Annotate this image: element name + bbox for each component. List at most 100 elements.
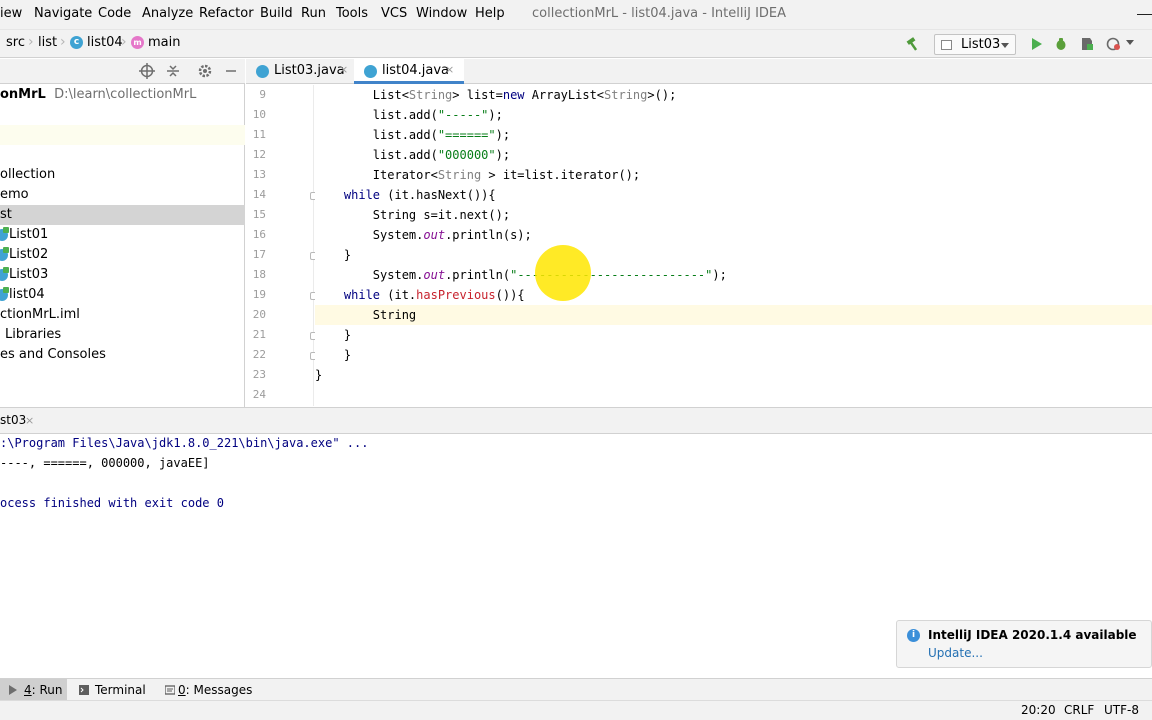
line-number: 16: [252, 228, 266, 241]
tree-root[interactable]: onMrL D:\learn\collectionMrL: [0, 85, 245, 105]
menu-view[interactable]: iew: [0, 6, 22, 21]
tree-item-scratches[interactable]: es and Consoles: [0, 345, 245, 365]
code-line[interactable]: [315, 385, 1152, 405]
breadcrumb-label: list: [38, 35, 58, 50]
editor-gutter: 9 10 11 12 13 14 15 16 17 18 19 20 21 22…: [246, 85, 318, 406]
tree-row-empty[interactable]: [0, 105, 245, 125]
menu-help[interactable]: Help: [475, 6, 505, 21]
terminal-icon: [79, 685, 89, 695]
notification-title: IntelliJ IDEA 2020.1.4 available: [928, 628, 1137, 642]
code-line[interactable]: }: [315, 325, 1152, 345]
line-separator[interactable]: CRLF: [1064, 703, 1094, 717]
caret-position[interactable]: 20:20: [1021, 703, 1056, 717]
close-icon[interactable]: ×: [445, 63, 454, 76]
tab-list04-java[interactable]: list04.java ×: [354, 59, 464, 84]
menu-analyze[interactable]: Analyze: [142, 6, 193, 21]
menu-build[interactable]: Build: [260, 6, 293, 21]
collapse-all-icon[interactable]: [165, 63, 181, 79]
code-line[interactable]: list.add("000000");: [315, 145, 1152, 165]
breadcrumb-label: list04: [87, 35, 123, 50]
console-output-line: ----, ======, 000000, javaEE]: [0, 456, 210, 470]
breadcrumb-method[interactable]: m main: [131, 35, 180, 50]
navigation-bar: src › list › c list04 › m main List03: [0, 29, 1152, 58]
minimize-icon[interactable]: [1137, 14, 1152, 15]
tree-item-list04[interactable]: list04: [0, 285, 245, 305]
run-icon[interactable]: [1028, 36, 1044, 52]
build-hammer-icon[interactable]: [905, 36, 921, 52]
code-line[interactable]: }: [315, 365, 1152, 385]
breadcrumb-src[interactable]: src: [6, 35, 25, 50]
chevron-down-icon: [1001, 43, 1009, 48]
line-number: 13: [252, 168, 266, 181]
code-line[interactable]: list.add("======");: [315, 125, 1152, 145]
chevron-right-icon: ›: [121, 34, 127, 50]
tree-item-label: list04: [9, 287, 45, 302]
breadcrumb-class[interactable]: c list04: [70, 35, 123, 50]
tool-window-number: 4: [24, 683, 32, 697]
messages-icon: [165, 685, 175, 695]
tree-item-collection[interactable]: ollection: [0, 165, 245, 185]
tree-item-list03[interactable]: List03: [0, 265, 245, 285]
coverage-icon[interactable]: [1079, 36, 1095, 52]
tree-item-iml[interactable]: ctionMrL.iml: [0, 305, 245, 325]
menu-window[interactable]: Window: [416, 6, 467, 21]
tree-row-empty[interactable]: [0, 145, 245, 165]
code-line[interactable]: Iterator<String > it=list.iterator();: [315, 165, 1152, 185]
code-line[interactable]: while (it.hasPrevious()){: [315, 285, 1152, 305]
locate-icon[interactable]: [139, 63, 155, 79]
code-line[interactable]: }: [315, 345, 1152, 365]
tree-row-highlight[interactable]: [0, 125, 245, 145]
tool-window-messages[interactable]: 0: Messages: [157, 679, 252, 701]
tree-item-label: ctionMrL.iml: [0, 307, 80, 322]
chevron-down-icon[interactable]: [1126, 40, 1134, 45]
close-icon[interactable]: ×: [25, 414, 34, 427]
update-link[interactable]: Update...: [928, 646, 983, 660]
tree-item-list02[interactable]: List02: [0, 245, 245, 265]
tree-item-label: Libraries: [5, 327, 62, 342]
tool-window-run[interactable]: 4: Run: [0, 679, 67, 701]
tab-list03-java[interactable]: List03.java ×: [246, 59, 353, 84]
menu-tools[interactable]: Tools: [336, 6, 368, 21]
tab-label: List03.java: [274, 63, 345, 78]
profile-icon[interactable]: [1106, 36, 1122, 52]
file-encoding[interactable]: UTF-8: [1104, 703, 1139, 717]
line-number: 10: [252, 108, 266, 121]
tree-item-list[interactable]: st: [0, 205, 245, 225]
breadcrumb-list[interactable]: list: [38, 35, 57, 50]
tab-label: list04.java: [382, 63, 450, 78]
debug-icon[interactable]: [1053, 36, 1069, 52]
gear-icon[interactable]: [197, 63, 213, 79]
tree-item-label: st: [0, 207, 12, 222]
info-icon: i: [907, 629, 920, 642]
chevron-right-icon: ›: [28, 34, 34, 50]
code-line[interactable]: System.out.println("--------------------…: [315, 265, 1152, 285]
run-configuration-select[interactable]: List03: [934, 34, 1016, 55]
tree-item-list01[interactable]: List01: [0, 225, 245, 245]
code-line[interactable]: List<String> list=new ArrayList<String>(…: [315, 85, 1152, 105]
menu-refactor[interactable]: Refactor: [199, 6, 254, 21]
code-line[interactable]: while (it.hasNext()){: [315, 185, 1152, 205]
tool-window-label: Terminal: [95, 683, 146, 697]
code-line[interactable]: list.add("-----");: [315, 105, 1152, 125]
run-panel-header: st03 ×: [0, 407, 1152, 434]
tree-item-external-libraries[interactable]: Libraries: [0, 325, 245, 345]
run-tab-label[interactable]: st03: [0, 413, 26, 427]
line-number: 20: [252, 308, 266, 321]
breadcrumb-label: src: [6, 35, 25, 50]
tool-window-terminal[interactable]: Terminal: [71, 679, 153, 701]
hide-panel-icon[interactable]: [223, 63, 239, 79]
menu-vcs[interactable]: VCS: [381, 6, 407, 21]
code-line-current[interactable]: String​: [315, 305, 1152, 325]
tree-item-label: List03: [9, 267, 49, 282]
menu-code[interactable]: Code: [98, 6, 131, 21]
tool-window-label: : Run: [31, 683, 63, 697]
code-editor[interactable]: List<String> list=new ArrayList<String>(…: [315, 85, 1152, 406]
close-icon[interactable]: ×: [339, 63, 348, 76]
code-line[interactable]: }: [315, 245, 1152, 265]
tree-item-demo[interactable]: emo: [0, 185, 245, 205]
code-line[interactable]: String s=it.next();: [315, 205, 1152, 225]
menu-run[interactable]: Run: [301, 6, 326, 21]
code-line[interactable]: System.out.println(s);: [315, 225, 1152, 245]
menu-navigate[interactable]: Navigate: [34, 6, 92, 21]
line-number: 14: [252, 188, 266, 201]
